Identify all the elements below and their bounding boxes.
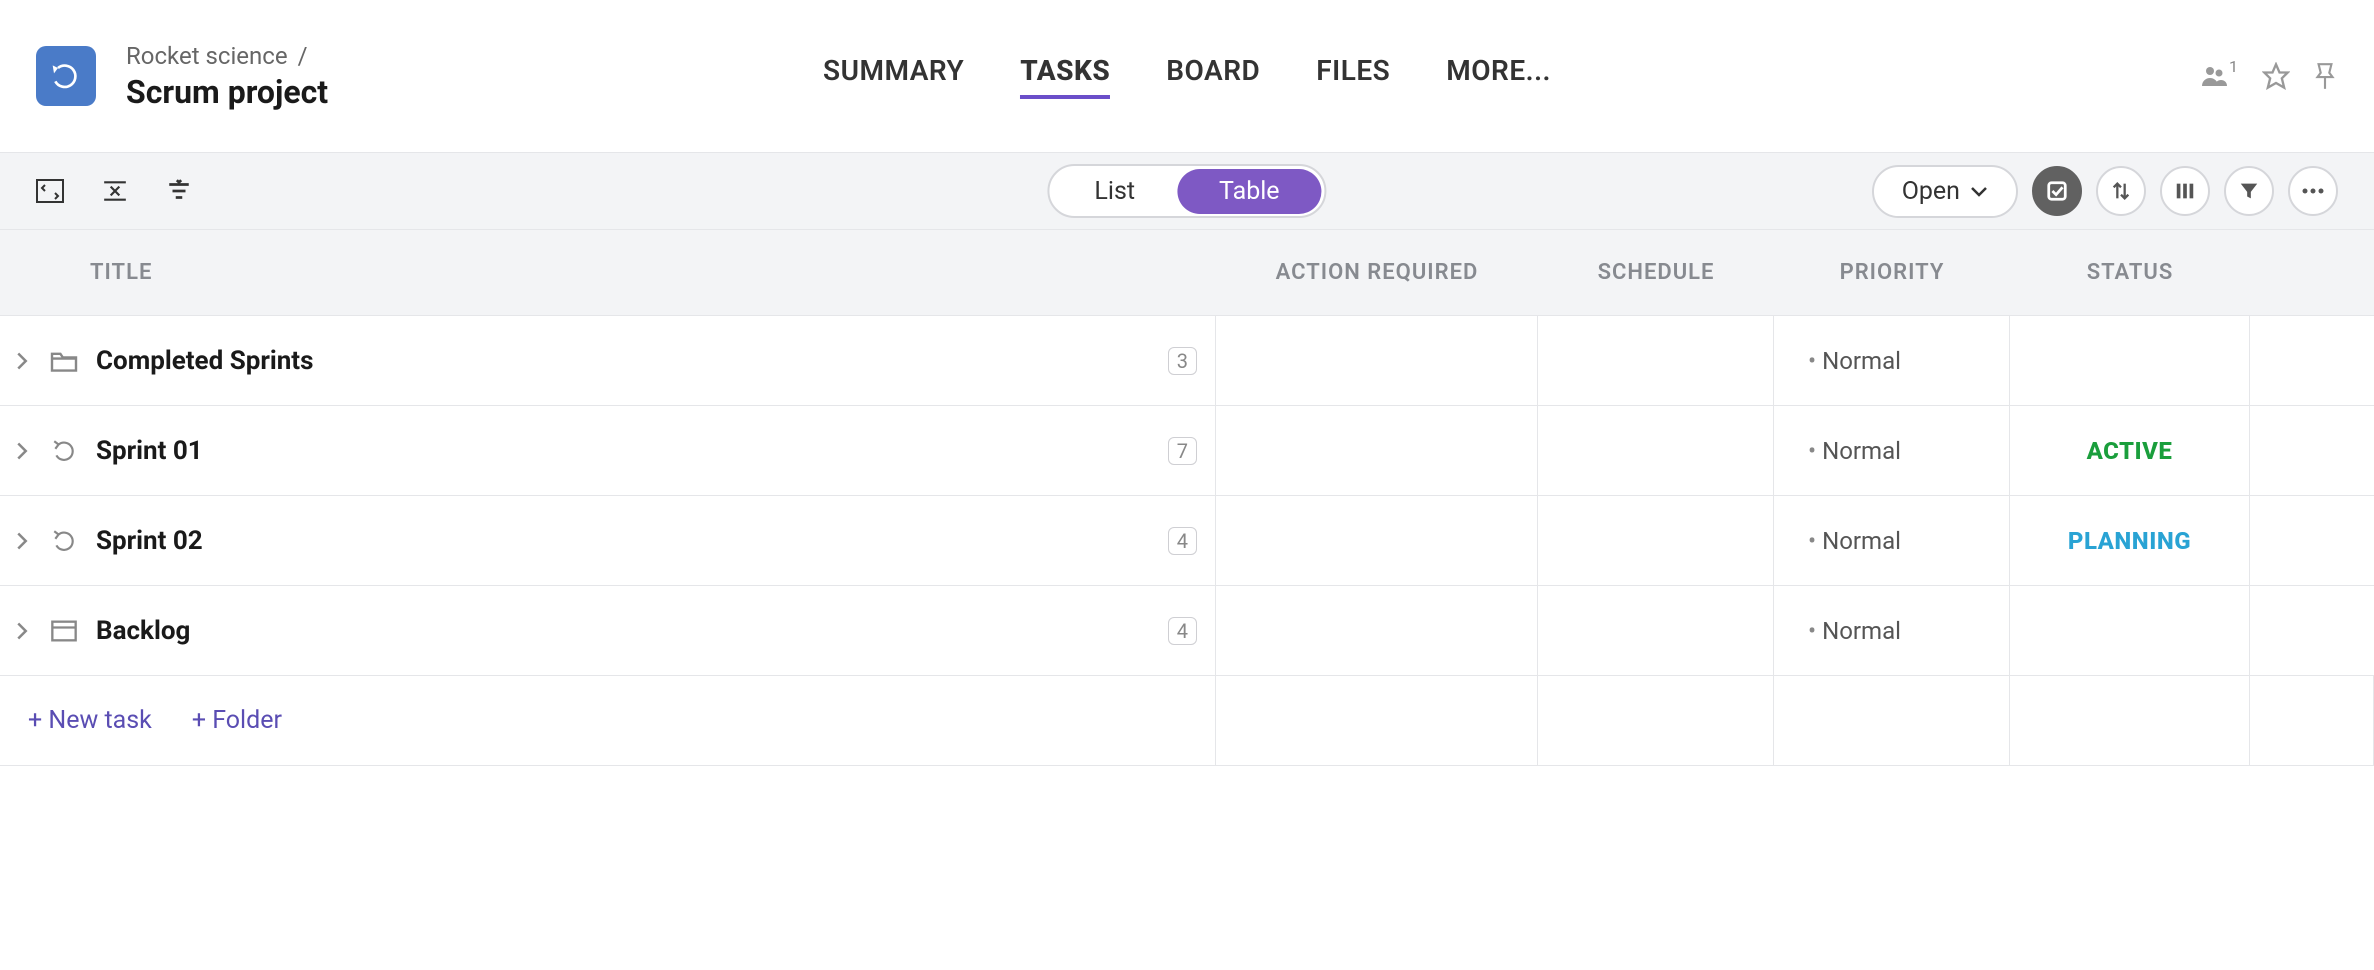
column-header-action[interactable]: ACTION REQUIRED — [1216, 260, 1538, 285]
breadcrumb-parent[interactable]: Rocket science — [126, 42, 288, 70]
share-count: 1 — [2229, 57, 2238, 76]
tab-board[interactable]: BOARD — [1166, 54, 1260, 99]
column-header-status[interactable]: STATUS — [2010, 260, 2250, 285]
filter-collapse-icon[interactable] — [166, 178, 192, 204]
toolbar: List Table Open — [0, 152, 2374, 230]
table-row[interactable]: Sprint 01 7 •Normal ACTIVE — [0, 406, 2374, 496]
row-name: Sprint 01 — [96, 436, 203, 466]
sprint-icon — [46, 438, 82, 464]
folder-icon — [46, 349, 82, 373]
table-row[interactable]: Sprint 02 4 •Normal PLANNING — [0, 496, 2374, 586]
sprint-loop-icon — [50, 60, 82, 92]
expand-icon[interactable] — [36, 178, 64, 204]
star-icon[interactable] — [2262, 62, 2290, 90]
table-body: Completed Sprints 3 •Normal Sprint 01 7 … — [0, 316, 2374, 766]
page-title: Scrum project — [126, 73, 328, 111]
tab-more[interactable]: MORE... — [1446, 54, 1551, 99]
chevron-down-icon — [1970, 185, 1988, 197]
status-value: ACTIVE — [2087, 437, 2173, 465]
toggle-subtasks-button[interactable] — [2032, 166, 2082, 216]
tab-files[interactable]: FILES — [1316, 54, 1390, 99]
breadcrumb-separator: / — [298, 42, 308, 70]
status-filter-label: Open — [1902, 177, 1960, 206]
status-value: PLANNING — [2068, 527, 2191, 555]
column-headers: TITLE ACTION REQUIRED SCHEDULE PRIORITY … — [0, 230, 2374, 316]
nav-tabs: SUMMARY TASKS BOARD FILES MORE... — [823, 54, 1551, 99]
pin-icon[interactable] — [2312, 61, 2338, 91]
new-task-button[interactable]: + New task — [28, 706, 152, 735]
column-header-priority[interactable]: PRIORITY — [1774, 260, 2010, 285]
toolbar-right: Open — [1872, 165, 2338, 218]
row-count-badge: 4 — [1168, 617, 1197, 645]
header-actions: 1 — [2201, 61, 2338, 91]
priority-value: Normal — [1822, 617, 1901, 645]
expand-row-icon[interactable] — [8, 351, 36, 371]
header: Rocket science / Scrum project SUMMARY T… — [0, 0, 2374, 152]
backlog-box-icon — [46, 619, 82, 643]
new-folder-button[interactable]: + Folder — [192, 706, 282, 735]
filter-button[interactable] — [2224, 166, 2274, 216]
view-toggle-list[interactable]: List — [1052, 169, 1177, 214]
priority-value: Normal — [1822, 347, 1901, 375]
table-row[interactable]: Backlog 4 •Normal — [0, 586, 2374, 676]
share-icon[interactable]: 1 — [2201, 64, 2240, 88]
status-filter-dropdown[interactable]: Open — [1872, 165, 2018, 218]
collapse-rows-icon[interactable] — [102, 178, 128, 204]
column-header-schedule[interactable]: SCHEDULE — [1538, 260, 1774, 285]
priority-value: Normal — [1822, 437, 1901, 465]
footer-row: + New task + Folder — [0, 676, 2374, 766]
expand-row-icon[interactable] — [8, 621, 36, 641]
column-header-title[interactable]: TITLE — [0, 260, 1216, 285]
sort-button[interactable] — [2096, 166, 2146, 216]
row-count-badge: 4 — [1168, 527, 1197, 555]
priority-value: Normal — [1822, 527, 1901, 555]
row-count-badge: 3 — [1168, 347, 1197, 375]
tab-tasks[interactable]: TASKS — [1020, 54, 1110, 99]
row-name: Completed Sprints — [96, 346, 313, 376]
expand-row-icon[interactable] — [8, 531, 36, 551]
row-count-badge: 7 — [1168, 437, 1197, 465]
row-name: Backlog — [96, 616, 190, 646]
expand-row-icon[interactable] — [8, 441, 36, 461]
more-menu-button[interactable] — [2288, 166, 2338, 216]
tab-summary[interactable]: SUMMARY — [823, 54, 964, 99]
sprint-icon — [46, 528, 82, 554]
toolbar-left — [36, 178, 192, 204]
view-toggle-table[interactable]: Table — [1177, 169, 1322, 214]
row-name: Sprint 02 — [96, 526, 203, 556]
table-row[interactable]: Completed Sprints 3 •Normal — [0, 316, 2374, 406]
project-icon — [36, 46, 96, 106]
columns-button[interactable] — [2160, 166, 2210, 216]
view-toggle: List Table — [1047, 164, 1326, 218]
breadcrumb: Rocket science / Scrum project — [126, 42, 328, 111]
